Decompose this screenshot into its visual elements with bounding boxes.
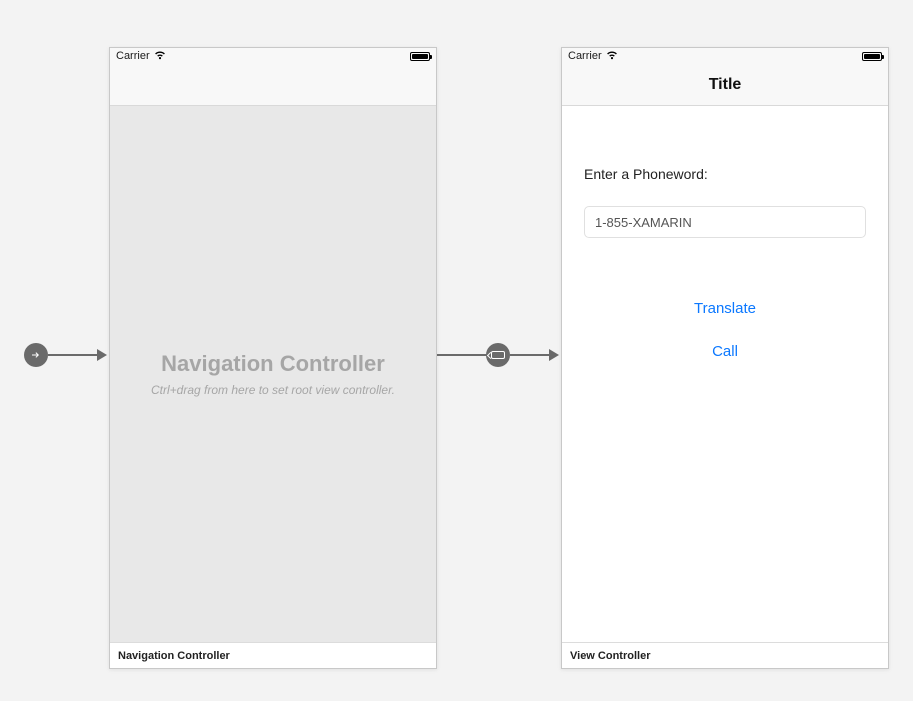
storyboard-canvas[interactable]: Carrier Navigation Controller Ctrl+drag … xyxy=(0,0,913,701)
segue-arrow-shaft xyxy=(437,354,487,356)
scene-footer-label: View Controller xyxy=(562,642,888,668)
scene-footer-label: Navigation Controller xyxy=(110,642,436,668)
entry-point-dot[interactable] xyxy=(24,343,48,367)
entry-point-arrow-shaft xyxy=(48,354,98,356)
segue-arrow-shaft-2 xyxy=(510,354,550,356)
view-controller-content[interactable]: Enter a Phoneword: Translate Call xyxy=(562,106,888,642)
phoneword-label: Enter a Phoneword: xyxy=(584,166,866,182)
navigation-bar-title[interactable]: Title xyxy=(709,76,742,94)
view-controller-scene[interactable]: Carrier Title Enter a Phoneword: Transla… xyxy=(561,47,889,669)
nav-controller-placeholder-subtitle: Ctrl+drag from here to set root view con… xyxy=(151,383,395,397)
carrier-label: Carrier xyxy=(116,50,150,62)
navigation-bar[interactable]: Title xyxy=(562,64,888,106)
nav-controller-placeholder-title: Navigation Controller xyxy=(161,351,385,377)
segue-arrow-head xyxy=(549,349,559,361)
translate-button[interactable]: Translate xyxy=(682,296,768,321)
status-bar: Carrier xyxy=(110,48,436,64)
arrow-right-icon xyxy=(30,349,42,361)
entry-point-arrow-head xyxy=(97,349,107,361)
call-button[interactable]: Call xyxy=(700,339,750,364)
status-bar: Carrier xyxy=(562,48,888,64)
battery-icon xyxy=(862,52,882,61)
nav-controller-body: Navigation Controller Ctrl+drag from her… xyxy=(110,106,436,642)
segue-root-icon xyxy=(491,351,505,359)
nav-controller-navbar xyxy=(110,64,436,106)
wifi-icon xyxy=(154,50,166,63)
segue-dot[interactable] xyxy=(486,343,510,367)
battery-icon xyxy=(410,52,430,61)
carrier-label: Carrier xyxy=(568,50,602,62)
navigation-controller-scene[interactable]: Carrier Navigation Controller Ctrl+drag … xyxy=(109,47,437,669)
wifi-icon xyxy=(606,50,618,63)
phoneword-textfield[interactable] xyxy=(584,206,866,238)
